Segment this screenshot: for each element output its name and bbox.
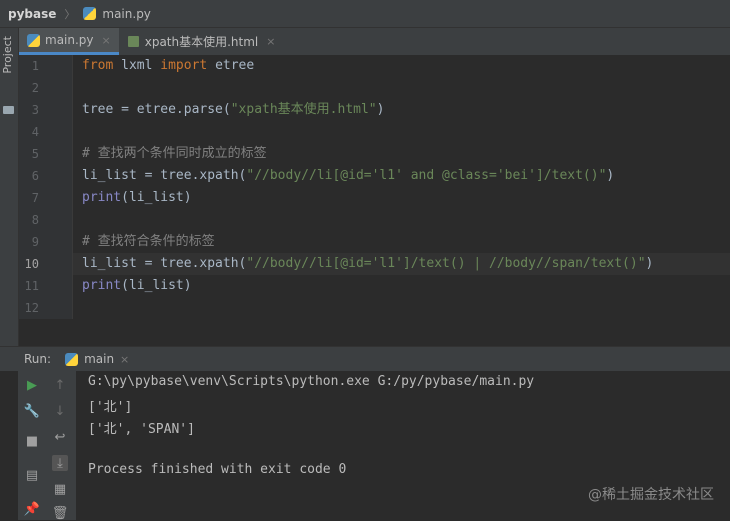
code-line[interactable]: from lxml import etree bbox=[82, 55, 254, 77]
run-toolbar: ▶ 🔧 ■ ▤ 📌 ↑ ↓ ↩ ⤓ ▦ 🗑 bbox=[18, 371, 76, 521]
layout-icon[interactable]: ▤ bbox=[24, 467, 40, 483]
code-editor[interactable]: from lxml import etree tree = etree.pars… bbox=[73, 55, 730, 319]
wrench-icon[interactable]: 🔧 bbox=[24, 403, 40, 419]
tab-label: xpath基本使用.html bbox=[144, 35, 259, 49]
python-file-icon bbox=[27, 33, 40, 47]
pin-icon[interactable]: 📌 bbox=[24, 501, 40, 517]
code-comment[interactable]: # 查找符合条件的标签 bbox=[82, 231, 215, 253]
line-number: 8 bbox=[31, 213, 39, 227]
line-number: 2 bbox=[31, 81, 39, 95]
run-tab-label: main bbox=[84, 352, 115, 366]
tab-xpath-html[interactable]: xpath基本使用.html × bbox=[119, 28, 284, 55]
console-line: Process finished with exit code 0 bbox=[88, 462, 347, 477]
run-tab-main[interactable]: main × bbox=[65, 352, 129, 366]
line-number: 11 bbox=[24, 279, 39, 293]
close-icon[interactable]: × bbox=[102, 34, 111, 47]
close-icon[interactable]: × bbox=[266, 35, 275, 48]
soft-wrap-icon[interactable]: ↩ bbox=[52, 429, 68, 445]
project-tool-strip: Project bbox=[0, 28, 19, 348]
breadcrumb-project[interactable]: pybase bbox=[8, 7, 56, 21]
breadcrumb-file[interactable]: main.py bbox=[102, 7, 151, 21]
down-arrow-icon[interactable]: ↓ bbox=[52, 403, 68, 419]
line-number-gutter: 1 2 3 4 5 6 7 8 9 10 11 12 bbox=[19, 55, 73, 319]
editor-tabs: main.py × xpath基本使用.html × bbox=[19, 28, 730, 56]
watermark: @稀土掘金技术社区 bbox=[588, 487, 714, 503]
code-line[interactable]: print(li_list) bbox=[82, 275, 192, 297]
code-line[interactable]: print(li_list) bbox=[82, 187, 192, 209]
run-label: Run: bbox=[24, 352, 52, 366]
folder-icon[interactable] bbox=[3, 106, 14, 114]
line-number: 1 bbox=[31, 59, 39, 73]
html-file-icon bbox=[127, 35, 140, 48]
trash-icon[interactable]: 🗑 bbox=[52, 505, 69, 521]
line-number: 5 bbox=[31, 147, 39, 161]
close-icon[interactable]: × bbox=[120, 353, 129, 366]
tab-main-py[interactable]: main.py × bbox=[19, 28, 119, 55]
python-file-icon bbox=[83, 7, 97, 20]
tab-label: main.py bbox=[45, 33, 94, 47]
line-number: 7 bbox=[31, 191, 39, 205]
stop-icon[interactable]: ■ bbox=[24, 433, 40, 449]
breadcrumb-separator: 〉 bbox=[64, 7, 76, 21]
code-comment[interactable]: # 查找两个条件同时成立的标签 bbox=[82, 143, 267, 165]
code-line[interactable]: li_list = tree.xpath("//body//li[@id='l1… bbox=[82, 165, 614, 187]
line-number: 10 bbox=[24, 257, 39, 271]
console-line: ['北', 'SPAN'] bbox=[88, 422, 195, 437]
run-panel-header: Run: main × bbox=[0, 346, 730, 371]
line-number: 12 bbox=[24, 301, 39, 315]
print-icon[interactable]: ▦ bbox=[52, 481, 68, 497]
line-number: 4 bbox=[31, 125, 39, 139]
scroll-to-end-icon[interactable]: ⤓ bbox=[52, 455, 68, 471]
console-line: G:\py\pybase\venv\Scripts\python.exe G:/… bbox=[88, 374, 535, 389]
line-number: 9 bbox=[31, 235, 39, 249]
code-line[interactable]: tree = etree.parse("xpath基本使用.html") bbox=[82, 99, 384, 121]
rerun-icon[interactable]: ▶ bbox=[24, 377, 40, 393]
line-number: 3 bbox=[31, 103, 39, 117]
navigation-bar: pybase 〉 main.py bbox=[0, 0, 730, 28]
code-line-current[interactable]: li_list = tree.xpath("//body//li[@id='l1… bbox=[82, 253, 653, 275]
up-arrow-icon[interactable]: ↑ bbox=[52, 377, 68, 393]
project-tool-button[interactable]: Project bbox=[1, 36, 17, 74]
python-icon bbox=[65, 352, 79, 366]
line-number: 6 bbox=[31, 169, 39, 183]
console-line: ['北'] bbox=[88, 400, 133, 415]
